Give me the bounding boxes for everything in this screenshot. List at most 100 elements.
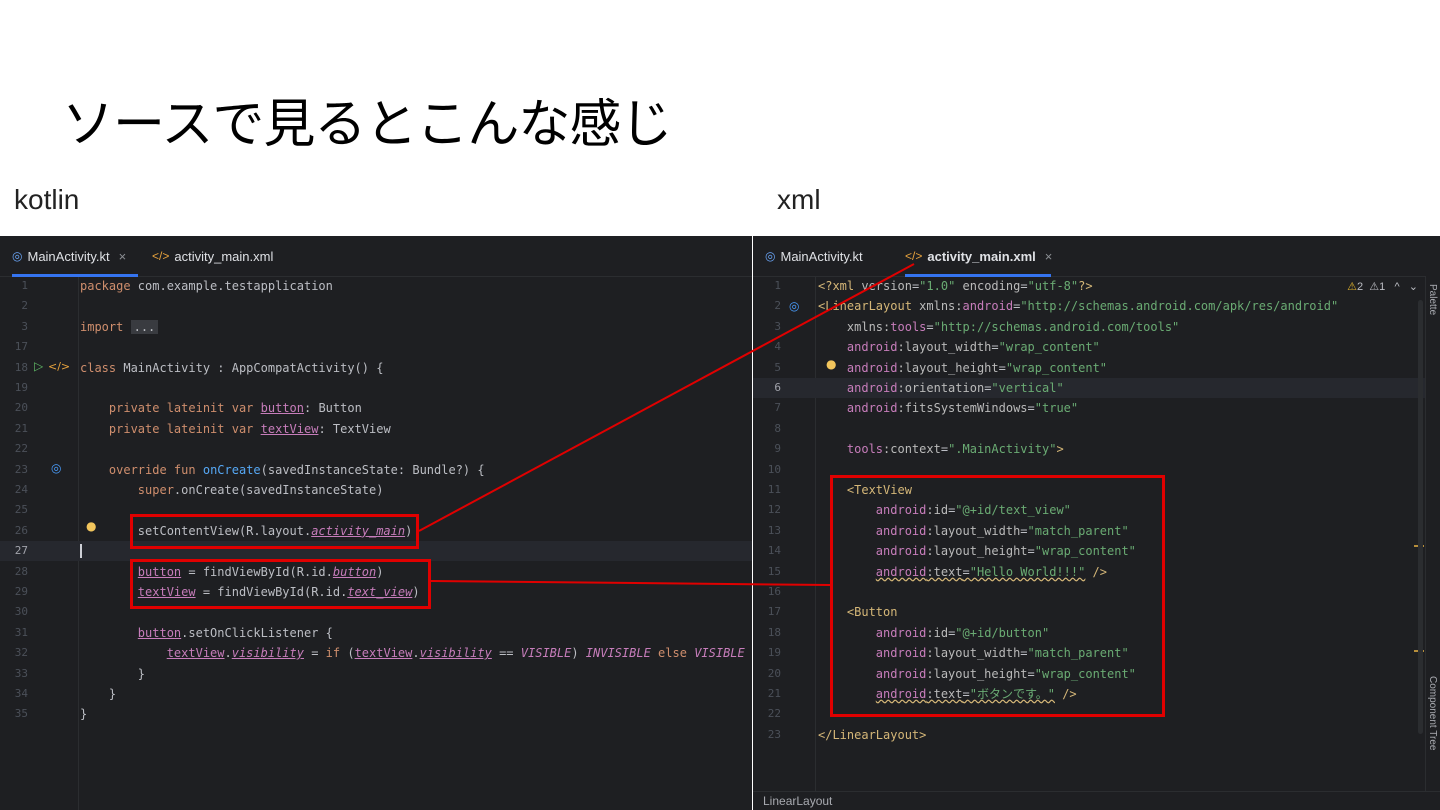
code-line[interactable]: 22 [753,704,1426,724]
xml-tag-icon: </> [905,249,923,263]
line-number: 2 [774,299,781,313]
tab-activity-main-xml[interactable]: </> activity_main.xml [152,236,273,276]
code-token: textView [137,585,196,599]
layout-gutter-icon[interactable]: ◎ [789,299,799,313]
code-token: android [875,687,927,701]
line-number: 23 [767,727,781,741]
code-line[interactable]: 8 [753,419,1426,439]
code-token: android [846,381,898,395]
code-line[interactable]: 20 android:layout_height="wrap_content" [753,664,1426,684]
run-icon[interactable]: ▷ [34,359,43,373]
code-line[interactable]: 2 [0,296,752,316]
tab-activity-main-xml[interactable]: </> activity_main.xml × [905,236,1053,277]
code-line[interactable]: 21 private lateinit var textView: TextVi… [0,419,752,439]
code-token: button [332,564,377,579]
code-line[interactable]: 17 [0,337,752,357]
code-line[interactable]: 23 override fun onCreate(savedInstanceSt… [0,460,752,480]
line-number: 4 [774,340,781,354]
code-token: textView [166,646,225,661]
line-number: 20 [767,666,781,680]
tab-label: activity_main.xml [927,248,1036,264]
code-line[interactable]: 35} [0,704,752,724]
lightbulb-icon[interactable]: ● [86,519,96,533]
text-caret[interactable] [80,544,82,559]
code-token: button [260,401,304,416]
code-line[interactable]: 26 setContentView(R.layout.activity_main… [0,521,752,541]
code-token: = [303,646,326,661]
code-line[interactable]: 7 android:fitsSystemWindows="true" [753,398,1426,418]
code-token: "Hello World!!!" [969,564,1086,579]
code-line[interactable]: 34 } [0,684,752,704]
code-line[interactable]: 1 <?xml version="1.0" encoding="utf-8"?> [753,276,1426,296]
override-icon[interactable]: ◎ [51,461,61,475]
code-line[interactable]: 1 package com.example.testapplication [0,276,752,296]
code-line[interactable]: 19 android:layout_width="match_parent" [753,643,1426,663]
code-line[interactable]: 22 [0,439,752,459]
code-token: = [940,442,949,457]
code-line[interactable]: 31 button.setOnClickListener { [0,623,752,643]
close-icon[interactable]: × [119,249,127,264]
code-line[interactable]: 2 <LinearLayout xmlns:android="http://sch… [753,296,1426,316]
code-line[interactable]: 23 </LinearLayout> [753,725,1426,745]
code-line[interactable]: 15 android:text="Hello World!!!" /> [753,562,1426,582]
code-line[interactable]: 3 import ... [0,317,752,337]
code-line[interactable]: 11 <TextView [753,480,1426,500]
palette-tab[interactable]: Palette [1427,284,1438,315]
code-line[interactable]: 30 [0,602,752,622]
code-token: button [137,625,182,640]
code-line[interactable]: 13 android:layout_width="match_parent" [753,521,1426,541]
kotlin-class-icon: ◎ [765,249,776,263]
code-line[interactable]: 12 android:id="@+id/text_view" [753,500,1426,520]
line-number: 32 [14,646,28,660]
code-line[interactable]: 4 android:layout_width="wrap_content" [753,337,1426,357]
code-line[interactable]: 29 textView = findViewById(R.id.text_vie… [0,582,752,602]
code-line[interactable]: 10 [753,460,1426,480]
xml-link-icon[interactable]: </> [48,360,70,373]
code-line[interactable]: 21 android:text="ボタンです。" /> [753,684,1426,704]
line-number: 33 [14,666,28,680]
xml-tag-icon: </> [152,249,170,263]
code-token: android [875,564,927,579]
code-line[interactable]: 33 } [0,664,752,684]
tab-mainactivity-kt[interactable]: ◎ MainActivity.kt × [12,236,138,277]
code-line[interactable]: 20 private lateinit var button: Button [0,398,752,418]
code-line[interactable]: 17 <Button [753,602,1426,622]
code-token: <TextView [846,483,912,497]
code-line[interactable]: 9 tools:context=".MainActivity"> [753,439,1426,459]
code-line[interactable]: 32 textView.visibility = if (textView.vi… [0,643,752,663]
component-tree-tab[interactable]: Component Tree [1427,676,1438,751]
code-line[interactable]: 28 button = findViewById(R.id.button) [0,562,752,582]
code-token: text_view [347,585,413,599]
code-line[interactable]: 16 [753,582,1426,602]
code-token: "wrap_content" [998,340,1100,355]
line-number: 22 [14,442,28,456]
code-line[interactable]: 3 xmlns:tools="http://schemas.android.co… [753,317,1426,337]
code-line[interactable]: 27 [0,541,752,561]
line-number: 16 [767,585,781,598]
code-line[interactable]: 5 android:layout_height="wrap_content" [753,358,1426,378]
code-line[interactable]: 18 android:id="@+id/button" [753,623,1426,643]
code-line[interactable]: 18 class MainActivity : AppCompatActivity… [0,358,752,378]
code-token: super [137,483,174,497]
line-number: 30 [14,605,28,619]
code-token: = [962,564,970,579]
code-token: android [846,401,898,416]
code-line[interactable]: 19 [0,378,752,398]
code-token: : Button [304,401,362,416]
code-token: <?xml [818,279,862,293]
code-token: :layout_width [897,340,992,355]
lightbulb-icon[interactable]: ● [826,357,836,371]
close-icon[interactable]: × [1045,249,1053,264]
code-line[interactable]: 25 [0,500,752,520]
line-number: 31 [14,625,28,639]
code-line[interactable]: 6 android:orientation="vertical" [753,378,1426,398]
run-gutter-glyph: ▷ [34,359,44,373]
code-line[interactable]: 14 android:layout_height="wrap_content" [753,541,1426,561]
code-token: version [861,279,912,293]
code-token: :text [926,687,963,701]
override-gutter-glyph: ◎ [51,461,62,475]
code-token: visibility [419,646,492,661]
tab-mainactivity-kt[interactable]: ◎ MainActivity.kt [765,236,863,276]
right-tool-strip: Palette Component Tree [1425,276,1440,792]
code-line[interactable]: 24 super.onCreate(savedInstanceState) [0,480,752,500]
